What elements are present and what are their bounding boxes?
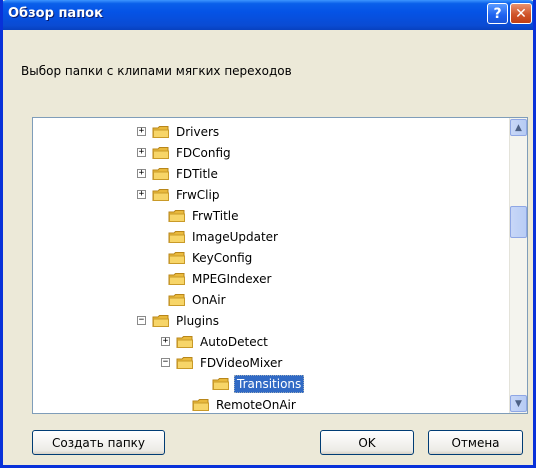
tree-item-label: Transitions (234, 374, 305, 393)
ok-label: OK (358, 435, 376, 450)
tree-item[interactable]: RemoteOnAir (177, 395, 298, 413)
collapse-icon[interactable]: − (137, 316, 146, 325)
folder-icon (192, 398, 210, 412)
tree-item-label: Drivers (176, 124, 220, 139)
tree-item-label: AutoDetect (200, 334, 268, 349)
tree-item[interactable]: Transitions (197, 374, 305, 393)
folder-icon (152, 167, 170, 181)
collapse-icon[interactable]: − (161, 358, 170, 367)
folder-icon (212, 377, 230, 391)
tree-item-label: FDConfig (176, 145, 231, 160)
chevron-down-icon: ▼ (515, 398, 522, 409)
tree-item-label: Plugins (176, 313, 219, 328)
folder-icon (176, 356, 194, 370)
help-icon: ? (493, 5, 502, 22)
tree-item[interactable]: − Plugins (137, 311, 221, 330)
tree-item-label: FDTitle (176, 166, 218, 181)
tree-item-label: OnAir (192, 292, 226, 307)
expand-icon[interactable]: + (161, 337, 170, 346)
folder-icon (168, 272, 186, 286)
tree-item[interactable]: + Drivers (137, 122, 221, 141)
cancel-button[interactable]: Отмена (428, 430, 523, 455)
window-title: Обзор папок (8, 6, 103, 21)
folder-icon (152, 146, 170, 160)
folder-icon (152, 188, 170, 202)
folder-icon (168, 230, 186, 244)
cancel-label: Отмена (451, 435, 500, 450)
new-folder-button[interactable]: Создать папку (32, 430, 165, 455)
tree-item[interactable]: + FrwClip (137, 185, 221, 204)
tree-item[interactable]: + AutoDetect (161, 332, 270, 351)
folder-icon (152, 125, 170, 139)
close-button[interactable]: ✕ (510, 3, 532, 24)
help-button[interactable]: ? (487, 3, 508, 24)
tree-item[interactable]: + FDConfig (137, 143, 233, 162)
folder-icon (168, 251, 186, 265)
folder-tree[interactable]: + Drivers + FDConfig + FDTitle + FrwClip Fr… (32, 117, 528, 414)
folder-icon (168, 209, 186, 223)
vertical-scrollbar[interactable]: ▲ ▼ (509, 118, 527, 413)
folder-icon (176, 335, 194, 349)
tree-item-label: ImageUpdater (192, 229, 278, 244)
tree-item-label: KeyConfig (192, 250, 253, 265)
dialog-description: Выбор папки с клипами мягких переходов (21, 64, 292, 78)
close-icon: ✕ (515, 5, 527, 22)
scroll-up-button[interactable]: ▲ (510, 119, 527, 136)
tree-item[interactable]: FrwTitle (153, 206, 241, 225)
tree-item[interactable]: ImageUpdater (153, 227, 280, 246)
tree-item[interactable]: MPEGIndexer (153, 269, 273, 288)
expand-icon[interactable]: + (137, 148, 146, 157)
tree-item-label: FrwClip (176, 187, 220, 202)
tree-item-label: RemoteOnAir (216, 397, 296, 412)
tree-item-label: MPEGIndexer (192, 271, 272, 286)
tree-item[interactable]: + FDTitle (137, 164, 220, 183)
chevron-up-icon: ▲ (515, 122, 522, 133)
ok-button[interactable]: OK (320, 430, 414, 455)
expand-icon[interactable]: + (137, 190, 146, 199)
scrollbar-thumb[interactable] (510, 206, 527, 238)
title-bar[interactable]: Обзор папок ? ✕ (3, 0, 533, 30)
scroll-down-button[interactable]: ▼ (510, 395, 527, 412)
tree-item-label: FrwTitle (192, 208, 239, 223)
folder-icon (152, 314, 170, 328)
new-folder-label: Создать папку (51, 435, 146, 450)
folder-icon (168, 293, 186, 307)
tree-item[interactable]: − FDVideoMixer (161, 353, 284, 372)
expand-icon[interactable]: + (137, 127, 146, 136)
tree-item[interactable]: OnAir (153, 290, 228, 309)
tree-item[interactable]: KeyConfig (153, 248, 254, 267)
expand-icon[interactable]: + (137, 169, 146, 178)
tree-item-label: FDVideoMixer (200, 355, 283, 370)
